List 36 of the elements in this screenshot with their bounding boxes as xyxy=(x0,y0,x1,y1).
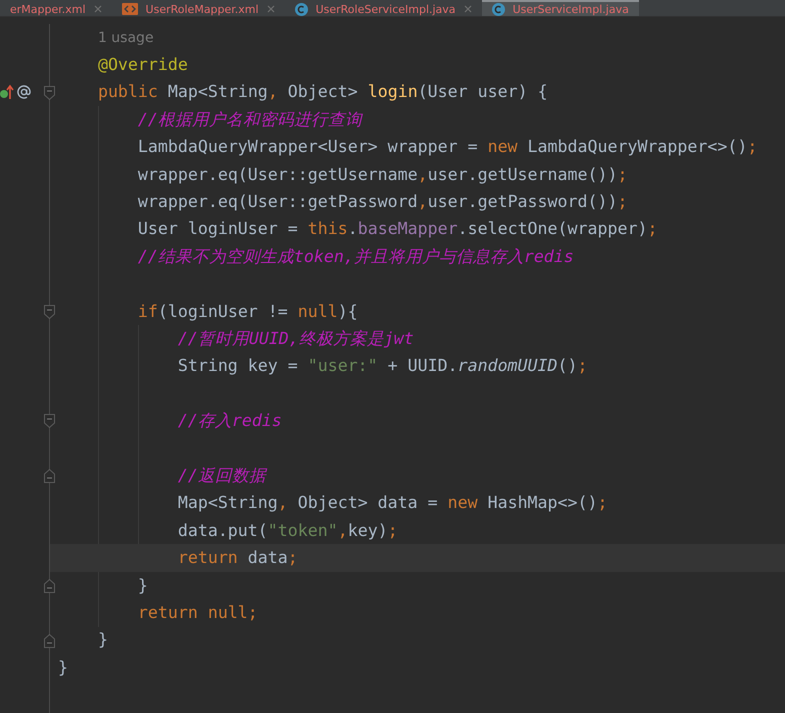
file-tab[interactable]: erMapper.xml xyxy=(0,0,112,16)
file-tab[interactable]: UserRoleMapper.xml xyxy=(112,0,285,16)
unfold-icon[interactable] xyxy=(44,469,55,484)
code-line: wrapper.eq(User::getUsername,user.getUsername()); xyxy=(138,164,628,185)
fold-icon[interactable] xyxy=(44,86,55,100)
code-comment: //根据用户名和密码进行查询 xyxy=(138,110,362,130)
fold-icon[interactable] xyxy=(44,304,55,319)
close-icon[interactable] xyxy=(266,5,275,13)
code-comment: //存入redis xyxy=(178,411,282,432)
code-line: User loginUser = this.baseMapper.selectOne(wrapper); xyxy=(138,219,658,240)
code-line: @Override xyxy=(98,55,188,76)
usage-hint[interactable]: 1 usage xyxy=(98,30,154,46)
code-line: data.put("token",key); xyxy=(178,520,398,541)
code-comment: //结果不为空则生成token,并且将用户与信息存入redis xyxy=(138,246,574,267)
code-line: Map<String, Object> data = new HashMap<>(); xyxy=(178,493,608,514)
file-tab[interactable]: UserServiceImpl.java xyxy=(482,0,639,16)
close-icon[interactable] xyxy=(464,5,472,13)
code-line: } xyxy=(98,630,108,650)
code-line: public Map<String, Object> login(User user) { xyxy=(98,82,548,102)
code-line: LambdaQueryWrapper<User> wrapper = new LambdaQueryWrapper<>(); xyxy=(138,137,758,158)
code-line: } xyxy=(58,658,68,678)
code-comment: //暂时用UUID,终极方案是jwt xyxy=(178,328,414,349)
unfold-icon[interactable] xyxy=(44,578,55,593)
at-sign-icon[interactable] xyxy=(16,84,32,100)
file-tab[interactable]: UserRoleServiceImpl.java xyxy=(284,0,482,16)
fold-icon[interactable] xyxy=(44,414,55,428)
code-line: if(loginUser != null){ xyxy=(138,302,358,322)
override-marker-icon[interactable] xyxy=(0,84,14,100)
code-comment: //返回数据 xyxy=(178,466,266,486)
unfold-icon[interactable] xyxy=(44,634,55,648)
code-line: wrapper.eq(User::getPassword,user.getPassword()); xyxy=(138,192,628,212)
code-line: return null; xyxy=(138,602,258,623)
close-icon[interactable] xyxy=(94,5,102,13)
code-line: return data; xyxy=(178,548,298,568)
code-line: } xyxy=(138,576,148,596)
code-line: String key = "user:" + UUID.randomUUID(); xyxy=(178,356,588,376)
